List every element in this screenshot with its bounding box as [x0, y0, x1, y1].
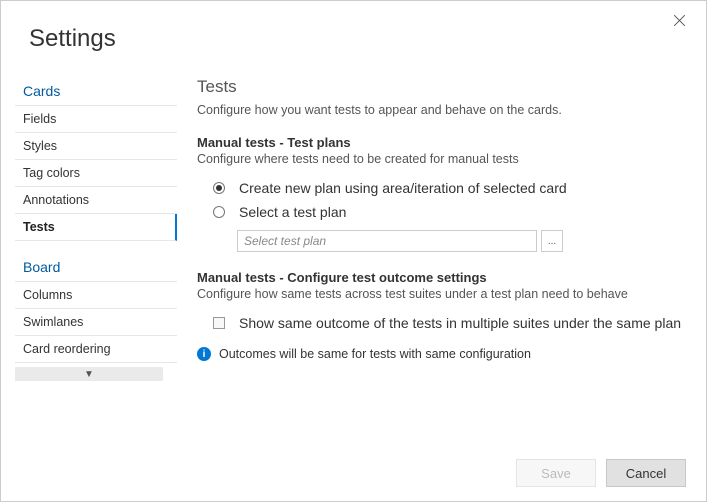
- radio-select-plan-label: Select a test plan: [239, 204, 346, 220]
- sidebar-group-board: Board: [15, 253, 177, 282]
- section-description: Configure how you want tests to appear a…: [197, 103, 686, 117]
- show-same-outcome-checkbox[interactable]: [213, 317, 225, 329]
- sidebar-group-cards: Cards: [15, 77, 177, 106]
- section-title: Tests: [197, 77, 686, 97]
- cancel-button[interactable]: Cancel: [606, 459, 686, 487]
- outcome-desc: Configure how same tests across test sui…: [197, 287, 686, 301]
- sidebar-item-columns[interactable]: Columns: [15, 282, 177, 309]
- sidebar-item-annotations[interactable]: Annotations: [15, 187, 177, 214]
- sidebar-collapse-button[interactable]: ▼: [15, 367, 163, 381]
- test-plan-placeholder: Select test plan: [244, 234, 326, 248]
- outcome-info-text: Outcomes will be same for tests with sam…: [219, 347, 531, 361]
- show-same-outcome-label: Show same outcome of the tests in multip…: [239, 315, 681, 331]
- manual-plans-desc: Configure where tests need to be created…: [197, 152, 686, 166]
- show-same-outcome-row[interactable]: Show same outcome of the tests in multip…: [197, 311, 686, 335]
- test-plan-input[interactable]: Select test plan: [237, 230, 537, 252]
- sidebar-item-swimlanes[interactable]: Swimlanes: [15, 309, 177, 336]
- radio-create-new-plan[interactable]: [213, 182, 225, 194]
- chevron-down-icon: ▼: [84, 369, 94, 380]
- close-icon[interactable]: [672, 13, 688, 29]
- settings-sidebar: Cards Fields Styles Tag colors Annotatio…: [15, 77, 177, 443]
- outcome-title: Manual tests - Configure test outcome se…: [197, 270, 686, 285]
- radio-create-new-plan-label: Create new plan using area/iteration of …: [239, 180, 567, 196]
- radio-create-new-plan-row[interactable]: Create new plan using area/iteration of …: [197, 176, 686, 200]
- radio-select-plan[interactable]: [213, 206, 225, 218]
- dialog-title: Settings: [1, 1, 706, 53]
- browse-plan-button[interactable]: ...: [541, 230, 563, 252]
- settings-content: Tests Configure how you want tests to ap…: [177, 77, 706, 443]
- sidebar-item-tag-colors[interactable]: Tag colors: [15, 160, 177, 187]
- sidebar-item-card-reordering[interactable]: Card reordering: [15, 336, 177, 363]
- radio-select-plan-row[interactable]: Select a test plan: [197, 200, 686, 224]
- manual-plans-title: Manual tests - Test plans: [197, 135, 686, 150]
- ellipsis-icon: ...: [548, 236, 556, 247]
- sidebar-item-styles[interactable]: Styles: [15, 133, 177, 160]
- info-icon: i: [197, 347, 211, 361]
- dialog-footer: Save Cancel: [516, 459, 686, 487]
- sidebar-item-tests[interactable]: Tests: [15, 214, 177, 241]
- sidebar-item-fields[interactable]: Fields: [15, 106, 177, 133]
- outcome-info-row: i Outcomes will be same for tests with s…: [197, 347, 686, 361]
- save-button[interactable]: Save: [516, 459, 596, 487]
